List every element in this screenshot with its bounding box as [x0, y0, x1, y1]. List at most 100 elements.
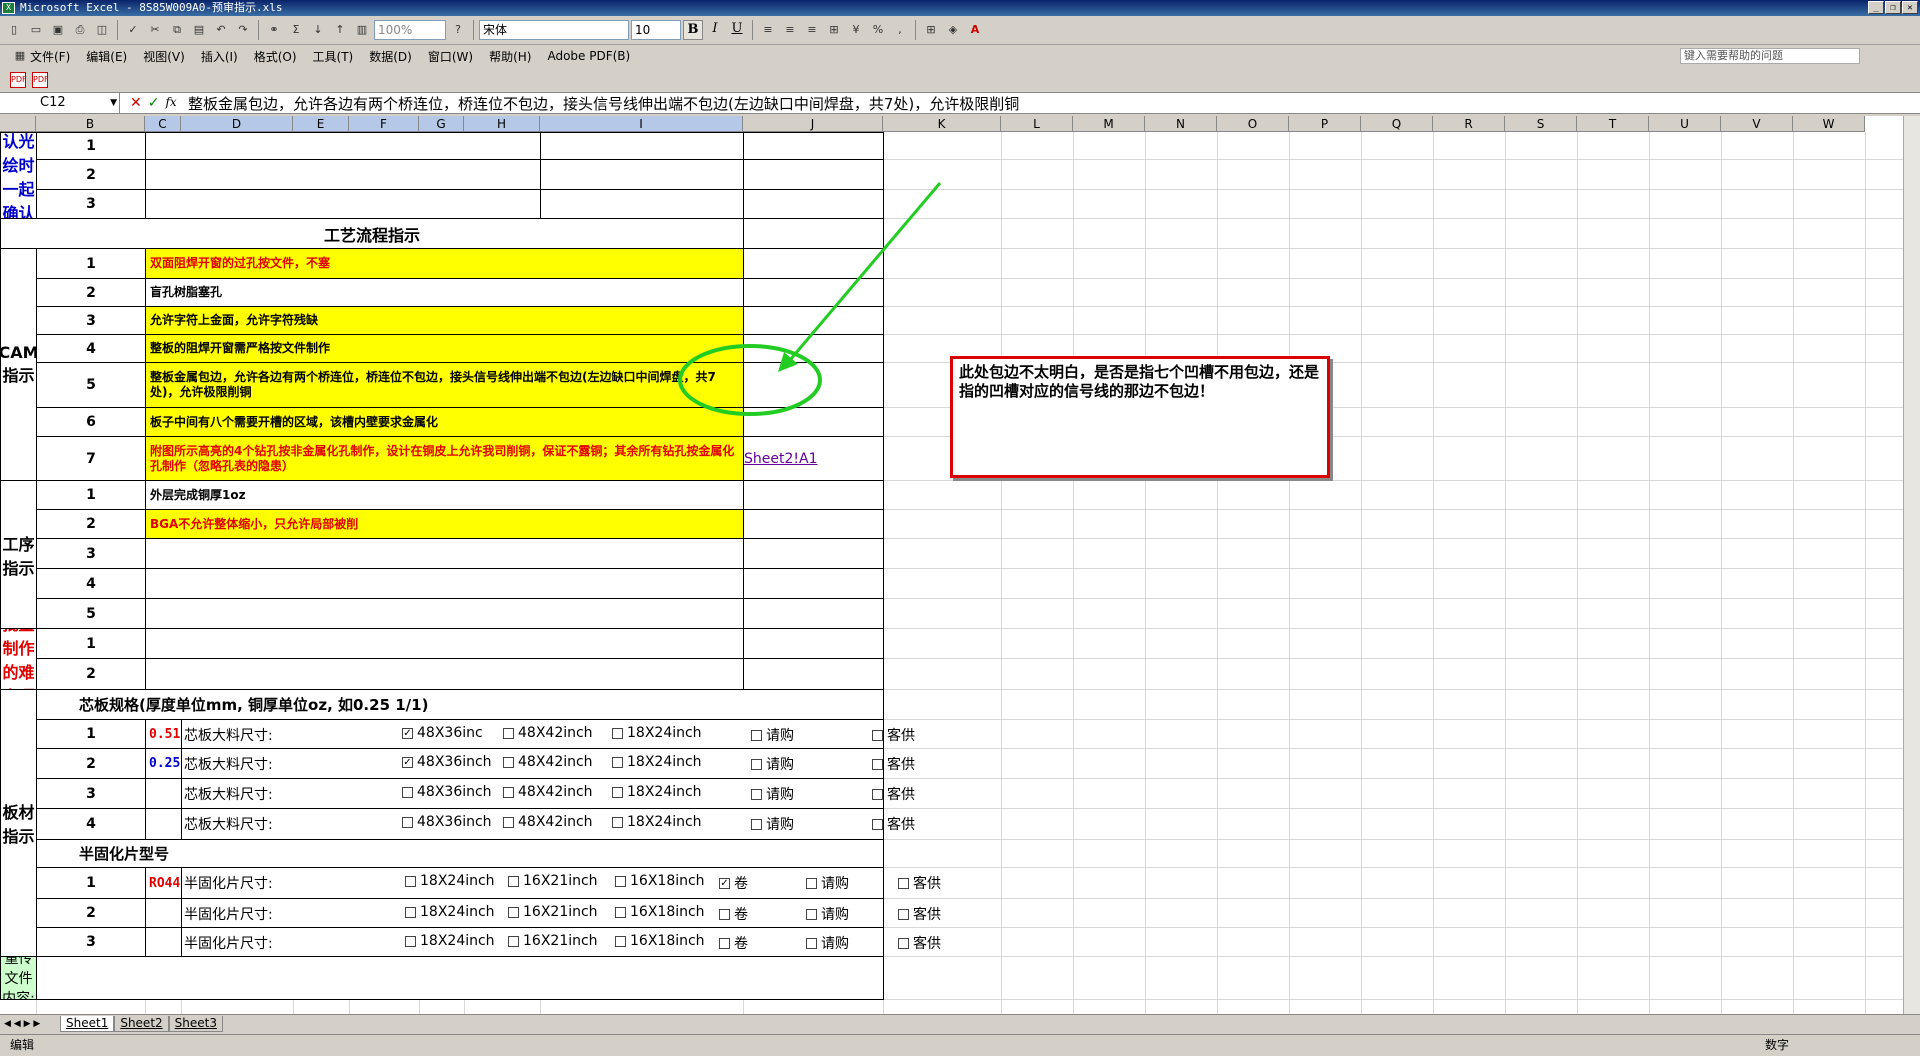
- option-checkbox[interactable]: 48X42inch: [503, 754, 593, 770]
- column-header[interactable]: M: [1073, 116, 1145, 132]
- column-header[interactable]: W: [1793, 116, 1865, 132]
- tab-nav-icon[interactable]: ◀ ◀ ▶ ▶: [0, 1019, 60, 1029]
- redo-icon[interactable]: ↷: [233, 20, 253, 40]
- cell-empty[interactable]: [540, 132, 744, 160]
- option-checkbox[interactable]: 16X18inch: [615, 873, 705, 889]
- option-checkbox[interactable]: 16X21inch: [508, 933, 598, 949]
- column-header[interactable]: D: [181, 116, 293, 132]
- cell-empty[interactable]: [145, 159, 541, 190]
- option-checkbox[interactable]: ✓ 48X36inch: [402, 754, 492, 770]
- row-number[interactable]: 1: [36, 628, 146, 659]
- checkbox-icon[interactable]: [898, 908, 909, 920]
- core-title[interactable]: 芯板规格(厚度单位mm, 铜厚单位oz, 如0.25 1/1): [36, 689, 884, 720]
- column-header[interactable]: L: [1001, 116, 1073, 132]
- option-checkbox[interactable]: 请购: [751, 814, 794, 834]
- borders-icon[interactable]: ⊞: [921, 20, 941, 40]
- chart-icon[interactable]: ▥: [352, 20, 372, 40]
- checkbox-icon[interactable]: [872, 788, 883, 800]
- row-number[interactable]: 4: [36, 568, 146, 599]
- checkbox-icon[interactable]: [751, 729, 762, 741]
- checkbox-icon[interactable]: [872, 758, 883, 770]
- pp-title[interactable]: 半固化片型号: [36, 839, 884, 868]
- checkbox-icon[interactable]: [612, 756, 623, 768]
- section-cam[interactable]: CAM指示: [0, 248, 37, 481]
- pdf-convert-icon[interactable]: PDF: [10, 71, 27, 88]
- cell-empty[interactable]: [145, 628, 744, 659]
- column-header[interactable]: G: [419, 116, 464, 132]
- option-checkbox[interactable]: 18X24inch: [612, 784, 702, 800]
- cell-empty[interactable]: [743, 306, 884, 335]
- fill-color-icon[interactable]: ◈: [943, 20, 963, 40]
- option-checkbox[interactable]: 请购: [751, 784, 794, 804]
- checkbox-icon[interactable]: [612, 727, 623, 739]
- column-header[interactable]: H: [464, 116, 540, 132]
- paste-icon[interactable]: ▤: [189, 20, 209, 40]
- menu-data[interactable]: 数据(D): [369, 48, 412, 65]
- checkbox-icon[interactable]: [898, 937, 909, 949]
- checkbox-icon[interactable]: [402, 816, 413, 828]
- italic-button[interactable]: I: [705, 20, 725, 40]
- checkbox-icon[interactable]: [751, 758, 762, 770]
- menu-window[interactable]: 窗口(W): [428, 48, 473, 65]
- option-checkbox[interactable]: 48X42inch: [503, 784, 593, 800]
- align-left-icon[interactable]: ≡: [758, 20, 778, 40]
- column-header[interactable]: E: [293, 116, 349, 132]
- option-checkbox[interactable]: ✓ 卷: [719, 873, 748, 893]
- select-all-corner[interactable]: [0, 116, 36, 132]
- section-board[interactable]: 板材指示: [0, 689, 37, 957]
- hyperlink-cell[interactable]: Sheet2!A1: [743, 436, 884, 481]
- checkbox-icon[interactable]: [503, 786, 514, 798]
- spec-value[interactable]: 0.51: [145, 719, 182, 749]
- row-number[interactable]: 6: [36, 407, 146, 437]
- option-checkbox[interactable]: 请购: [751, 754, 794, 774]
- row-number[interactable]: 3: [36, 189, 146, 219]
- option-checkbox[interactable]: 客供: [872, 754, 915, 774]
- checkbox-icon[interactable]: [503, 756, 514, 768]
- menu-format[interactable]: 格式(O): [254, 48, 297, 65]
- checkbox-icon[interactable]: [872, 818, 883, 830]
- row-number[interactable]: 2: [36, 509, 146, 539]
- checkbox-icon[interactable]: [872, 729, 883, 741]
- cell-empty[interactable]: [540, 159, 744, 190]
- option-checkbox[interactable]: 48X36inch: [402, 784, 492, 800]
- option-checkbox[interactable]: 卷: [719, 904, 748, 924]
- column-header[interactable]: J: [743, 116, 883, 132]
- bold-button[interactable]: B: [683, 20, 703, 40]
- checkbox-icon[interactable]: [508, 935, 519, 947]
- hyperlink-icon[interactable]: ⚭: [264, 20, 284, 40]
- column-header[interactable]: F: [349, 116, 419, 132]
- cell-empty[interactable]: [743, 159, 884, 190]
- row-number[interactable]: 3: [36, 927, 146, 957]
- spec-value[interactable]: RO4450F: [145, 867, 182, 899]
- tab-sheet3[interactable]: Sheet3: [168, 1015, 223, 1032]
- spec-value[interactable]: 0.25: [145, 748, 182, 779]
- column-header[interactable]: K: [883, 116, 1001, 132]
- percent-icon[interactable]: %: [868, 20, 888, 40]
- option-checkbox[interactable]: 客供: [898, 873, 941, 893]
- save-icon[interactable]: ▣: [48, 20, 68, 40]
- comma-icon[interactable]: ,: [890, 20, 910, 40]
- checkbox-icon[interactable]: [503, 727, 514, 739]
- column-header[interactable]: I: [540, 116, 743, 132]
- procedure-item[interactable]: [145, 538, 744, 569]
- font-size-select[interactable]: 10: [631, 20, 681, 40]
- name-box[interactable]: C12 ▼: [0, 93, 120, 113]
- chevron-down-icon[interactable]: ▼: [110, 93, 117, 113]
- menu-file[interactable]: 文件(F): [30, 48, 70, 65]
- spec-value[interactable]: [145, 808, 182, 840]
- row-number[interactable]: 3: [36, 778, 146, 809]
- undo-icon[interactable]: ↶: [211, 20, 231, 40]
- menu-view[interactable]: 视图(V): [143, 48, 185, 65]
- spec-value[interactable]: [145, 927, 182, 957]
- option-checkbox[interactable]: ✓ 48X36inc: [402, 725, 483, 741]
- preview-icon[interactable]: ◫: [92, 20, 112, 40]
- sort-desc-icon[interactable]: ↑: [330, 20, 350, 40]
- vertical-scrollbar[interactable]: [1903, 116, 1920, 1016]
- checkbox-icon[interactable]: ✓: [402, 727, 413, 739]
- checkbox-icon[interactable]: [719, 908, 730, 920]
- checkbox-icon[interactable]: [806, 937, 817, 949]
- underline-button[interactable]: U: [727, 20, 747, 40]
- spec-value[interactable]: [145, 778, 182, 809]
- procedure-item[interactable]: BGA不允许整体缩小，只允许局部被削: [145, 509, 744, 539]
- align-right-icon[interactable]: ≡: [802, 20, 822, 40]
